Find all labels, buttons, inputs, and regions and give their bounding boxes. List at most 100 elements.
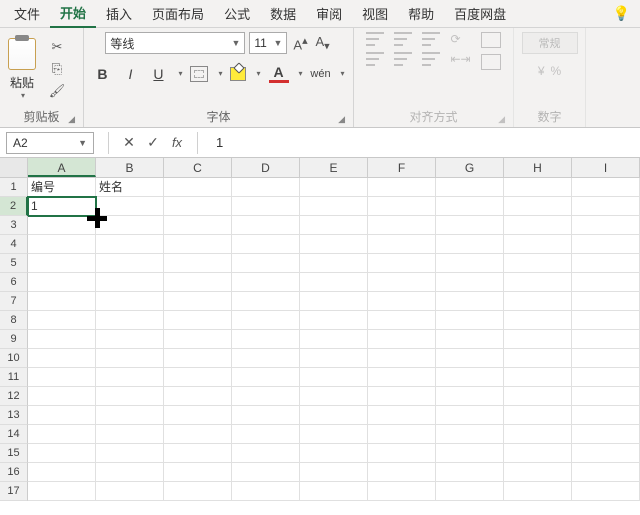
cell-I10[interactable]: [572, 349, 640, 368]
cell-F5[interactable]: [368, 254, 436, 273]
cell-C14[interactable]: [164, 425, 232, 444]
bold-button[interactable]: B: [92, 66, 112, 82]
align-left-icon[interactable]: [366, 52, 384, 66]
cell-E13[interactable]: [300, 406, 368, 425]
cell-F11[interactable]: [368, 368, 436, 387]
cell-E12[interactable]: [300, 387, 368, 406]
paste-dropdown-icon[interactable]: ▾: [21, 91, 25, 100]
cell-F9[interactable]: [368, 330, 436, 349]
row-header[interactable]: 4: [0, 235, 28, 254]
cell-G3[interactable]: [436, 216, 504, 235]
cell-I3[interactable]: [572, 216, 640, 235]
cell-G11[interactable]: [436, 368, 504, 387]
phonetic-guide-icon[interactable]: wén: [311, 68, 331, 80]
cell-I2[interactable]: [572, 197, 640, 216]
cell-C17[interactable]: [164, 482, 232, 501]
indent-icon[interactable]: ⇤⇥: [450, 52, 470, 66]
cancel-formula-icon[interactable]: ✕: [117, 134, 141, 151]
align-bottom-icon[interactable]: [422, 32, 440, 46]
cell-G10[interactable]: [436, 349, 504, 368]
cell-D5[interactable]: [232, 254, 300, 273]
cell-C4[interactable]: [164, 235, 232, 254]
cell-F16[interactable]: [368, 463, 436, 482]
underline-button[interactable]: U: [148, 66, 168, 82]
cell-F10[interactable]: [368, 349, 436, 368]
col-header-A[interactable]: A: [28, 158, 96, 177]
cell-E2[interactable]: [300, 197, 368, 216]
cell-E15[interactable]: [300, 444, 368, 463]
cell-A12[interactable]: [28, 387, 96, 406]
menu-page-layout[interactable]: 页面布局: [142, 0, 214, 27]
cell-H1[interactable]: [504, 178, 572, 197]
menu-data[interactable]: 数据: [260, 0, 306, 27]
cell-B11[interactable]: [96, 368, 164, 387]
align-center-icon[interactable]: [394, 52, 412, 66]
borders-button[interactable]: [190, 66, 208, 82]
font-color-button[interactable]: A: [269, 64, 289, 83]
fill-color-button[interactable]: [230, 67, 246, 81]
cell-G5[interactable]: [436, 254, 504, 273]
col-header-B[interactable]: B: [96, 158, 164, 177]
cell-B13[interactable]: [96, 406, 164, 425]
cell-F6[interactable]: [368, 273, 436, 292]
cell-I1[interactable]: [572, 178, 640, 197]
cell-F13[interactable]: [368, 406, 436, 425]
chevron-down-icon[interactable]: ▾: [341, 69, 345, 78]
cell-H10[interactable]: [504, 349, 572, 368]
col-header-C[interactable]: C: [164, 158, 232, 177]
insert-function-icon[interactable]: fx: [165, 135, 189, 150]
cell-D7[interactable]: [232, 292, 300, 311]
menu-help[interactable]: 帮助: [398, 0, 444, 27]
font-name-select[interactable]: 等线▼: [105, 32, 245, 54]
row-header[interactable]: 10: [0, 349, 28, 368]
cell-A14[interactable]: [28, 425, 96, 444]
cell-G12[interactable]: [436, 387, 504, 406]
cell-E9[interactable]: [300, 330, 368, 349]
cell-C11[interactable]: [164, 368, 232, 387]
cell-A7[interactable]: [28, 292, 96, 311]
cell-I6[interactable]: [572, 273, 640, 292]
cell-D9[interactable]: [232, 330, 300, 349]
cell-H13[interactable]: [504, 406, 572, 425]
cell-D10[interactable]: [232, 349, 300, 368]
cell-D14[interactable]: [232, 425, 300, 444]
cell-F1[interactable]: [368, 178, 436, 197]
cell-B8[interactable]: [96, 311, 164, 330]
row-header[interactable]: 1: [0, 178, 28, 197]
cell-E3[interactable]: [300, 216, 368, 235]
cell-B1[interactable]: 姓名: [96, 178, 164, 197]
cell-B2[interactable]: [96, 197, 164, 216]
cell-C1[interactable]: [164, 178, 232, 197]
row-header[interactable]: 15: [0, 444, 28, 463]
cell-C10[interactable]: [164, 349, 232, 368]
cell-B15[interactable]: [96, 444, 164, 463]
cell-C2[interactable]: [164, 197, 232, 216]
row-header[interactable]: 11: [0, 368, 28, 387]
cell-H16[interactable]: [504, 463, 572, 482]
cell-A17[interactable]: [28, 482, 96, 501]
cell-D6[interactable]: [232, 273, 300, 292]
cell-A1[interactable]: 编号: [28, 178, 96, 197]
cell-I16[interactable]: [572, 463, 640, 482]
cell-G15[interactable]: [436, 444, 504, 463]
cell-D1[interactable]: [232, 178, 300, 197]
orientation-icon[interactable]: ⟳: [450, 32, 470, 46]
row-header[interactable]: 9: [0, 330, 28, 349]
cut-icon[interactable]: ✂: [48, 39, 66, 55]
cell-F17[interactable]: [368, 482, 436, 501]
cell-H15[interactable]: [504, 444, 572, 463]
spreadsheet-grid[interactable]: A B C D E F G H I 1编号姓名21345678910111213…: [0, 158, 640, 506]
chevron-down-icon[interactable]: ▾: [178, 69, 182, 78]
cell-C9[interactable]: [164, 330, 232, 349]
col-header-F[interactable]: F: [368, 158, 436, 177]
tell-me-icon[interactable]: 💡: [607, 5, 636, 22]
chevron-down-icon[interactable]: ▾: [299, 69, 303, 78]
cell-C7[interactable]: [164, 292, 232, 311]
row-header[interactable]: 2: [0, 197, 28, 216]
cell-I15[interactable]: [572, 444, 640, 463]
cell-A16[interactable]: [28, 463, 96, 482]
decrease-font-icon[interactable]: A▾: [314, 34, 332, 53]
cell-C12[interactable]: [164, 387, 232, 406]
cell-I4[interactable]: [572, 235, 640, 254]
paste-button[interactable]: 粘贴: [10, 74, 34, 91]
